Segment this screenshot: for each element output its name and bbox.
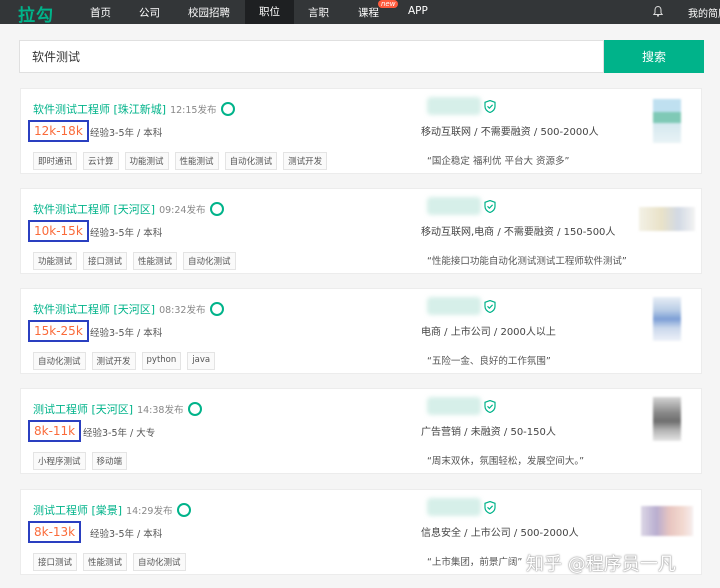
skill-tag: 自动化测试	[133, 553, 186, 571]
verified-shield-icon	[484, 200, 496, 213]
tag-list: 自动化测试 测试开发 python java	[33, 352, 216, 370]
job-card[interactable]: 软件测试工程师 [天河区]08:32发布 15k-25k 经验3-5年 / 本科…	[20, 288, 702, 374]
salary: 12k-18k	[28, 120, 89, 142]
company-benefit: “上市集团，前景广阔”	[427, 557, 523, 568]
search-input[interactable]	[19, 40, 604, 73]
job-card[interactable]: 测试工程师 [天河区]14:38发布 8k-11k 经验3-5年 / 大专 广告…	[20, 388, 702, 474]
verified-shield-icon	[484, 100, 496, 113]
job-title-link[interactable]: 软件测试工程师 [天河区] 08:32发布	[33, 299, 225, 317]
nav-item-company[interactable]: 公司	[139, 5, 160, 20]
skill-tag: 功能测试	[124, 152, 169, 170]
skill-tag: 性能测试	[83, 553, 128, 571]
new-badge: new	[378, 0, 399, 8]
salary: 10k-15k	[28, 220, 89, 242]
tag-list: 即时通讯 云计算 功能测试 性能测试 自动化测试 测试开发	[33, 152, 328, 170]
job-title-link[interactable]: 软件测试工程师 [天河区] 09:24发布	[33, 199, 225, 217]
my-resume-link[interactable]: 我的简历	[688, 5, 720, 20]
company-logo[interactable]	[653, 397, 681, 441]
publish-time: 12:15发布	[170, 105, 217, 116]
skill-tag: 自动化测试	[183, 252, 236, 270]
skill-tag: 性能测试	[174, 152, 219, 170]
company-logo[interactable]	[653, 297, 681, 341]
salary: 8k-13k	[28, 521, 82, 543]
company-benefit: “性能接口功能自动化测试测试工程师软件测试”	[427, 256, 627, 267]
tag-list: 接口测试 性能测试 自动化测试	[33, 553, 186, 571]
chat-icon[interactable]	[221, 99, 236, 116]
publish-time: 14:38发布	[137, 405, 184, 416]
company-logo[interactable]	[639, 207, 695, 231]
company-info: 移动互联网 / 不需要融资 / 500-2000人	[421, 127, 599, 138]
company-info: 广告营销 / 未融资 / 50-150人	[421, 427, 556, 438]
experience-requirement: 经验3-5年 / 本科	[90, 228, 163, 239]
chat-icon[interactable]	[210, 199, 225, 216]
company-info: 信息安全 / 上市公司 / 500-2000人	[421, 528, 579, 539]
chat-icon[interactable]	[188, 399, 203, 416]
site-logo[interactable]: 拉勾	[18, 1, 54, 26]
skill-tag: python	[141, 352, 182, 370]
nav-item-courses[interactable]: 课程	[358, 5, 379, 20]
top-nav-bar: 拉勾 首页 公司 校园招聘 职位 言职 课程 new APP 我的简历	[0, 0, 720, 26]
experience-requirement: 经验3-5年 / 大专	[83, 428, 156, 439]
skill-tag: 自动化测试	[33, 352, 86, 370]
verified-shield-icon	[484, 501, 496, 514]
skill-tag: java	[187, 352, 216, 370]
company-info: 电商 / 上市公司 / 2000人以上	[421, 327, 556, 338]
company-logo[interactable]	[653, 99, 681, 143]
search-button[interactable]: 搜索	[604, 40, 704, 73]
verified-shield-icon	[484, 400, 496, 413]
chat-icon[interactable]	[210, 299, 225, 316]
company-name-blurred[interactable]	[427, 297, 481, 315]
skill-tag: 接口测试	[83, 252, 128, 270]
experience-requirement: 经验3-5年 / 本科	[90, 128, 163, 139]
job-title-link[interactable]: 软件测试工程师 [珠江新城] 12:15发布	[33, 99, 236, 117]
experience-requirement: 经验3-5年 / 本科	[90, 328, 163, 339]
skill-tag: 自动化测试	[224, 152, 278, 170]
skill-tag: 即时通讯	[33, 152, 78, 170]
job-title-link[interactable]: 测试工程师 [天河区] 14:38发布	[33, 399, 203, 417]
skill-tag: 云计算	[83, 152, 119, 170]
search-bar: 搜索	[19, 40, 704, 73]
company-benefit: “五险一金、良好的工作氛围”	[427, 356, 551, 367]
skill-tag: 功能测试	[33, 252, 78, 270]
publish-time: 08:32发布	[159, 305, 206, 316]
nav-item-app[interactable]: APP	[408, 5, 428, 17]
tag-list: 功能测试 接口测试 性能测试 自动化测试	[33, 252, 236, 270]
skill-tag: 性能测试	[133, 252, 178, 270]
nav-item-home[interactable]: 首页	[90, 5, 111, 20]
job-card[interactable]: 软件测试工程师 [珠江新城]12:15发布 12k-18k 经验3-5年 / 本…	[20, 88, 702, 174]
nav-item-campus[interactable]: 校园招聘	[188, 5, 230, 20]
skill-tag: 小程序测试	[33, 452, 86, 470]
company-benefit: “周末双休，氛围轻松，发展空间大。”	[427, 456, 585, 467]
skill-tag: 接口测试	[33, 553, 78, 571]
publish-time: 09:24发布	[159, 205, 206, 216]
zhihu-watermark: 知乎 @程序员一凡	[526, 554, 676, 575]
company-name-blurred[interactable]	[427, 197, 481, 215]
company-logo[interactable]	[641, 506, 693, 536]
bell-icon[interactable]	[653, 6, 663, 17]
company-name-blurred[interactable]	[427, 498, 481, 516]
experience-requirement: 经验3-5年 / 本科	[90, 529, 163, 540]
job-title-link[interactable]: 测试工程师 [棠景] 14:29发布	[33, 500, 192, 518]
skill-tag: 测试开发	[91, 352, 136, 370]
salary: 15k-25k	[28, 320, 89, 342]
company-name-blurred[interactable]	[427, 397, 481, 415]
tag-list: 小程序测试 移动端	[33, 452, 128, 470]
skill-tag: 测试开发	[283, 152, 328, 170]
chat-icon[interactable]	[177, 500, 192, 517]
salary: 8k-11k	[28, 420, 82, 442]
nav-item-jobs[interactable]: 职位	[245, 0, 294, 24]
company-name-blurred[interactable]	[427, 97, 481, 115]
skill-tag: 移动端	[91, 452, 128, 470]
job-card[interactable]: 软件测试工程师 [天河区]09:24发布 10k-15k 经验3-5年 / 本科…	[20, 188, 702, 274]
company-benefit: “国企稳定 福利优 平台大 资源多”	[427, 156, 570, 167]
company-info: 移动互联网,电商 / 不需要融资 / 150-500人	[421, 227, 616, 238]
verified-shield-icon	[484, 300, 496, 313]
publish-time: 14:29发布	[126, 506, 173, 517]
nav-item-yanzhi[interactable]: 言职	[308, 5, 329, 20]
